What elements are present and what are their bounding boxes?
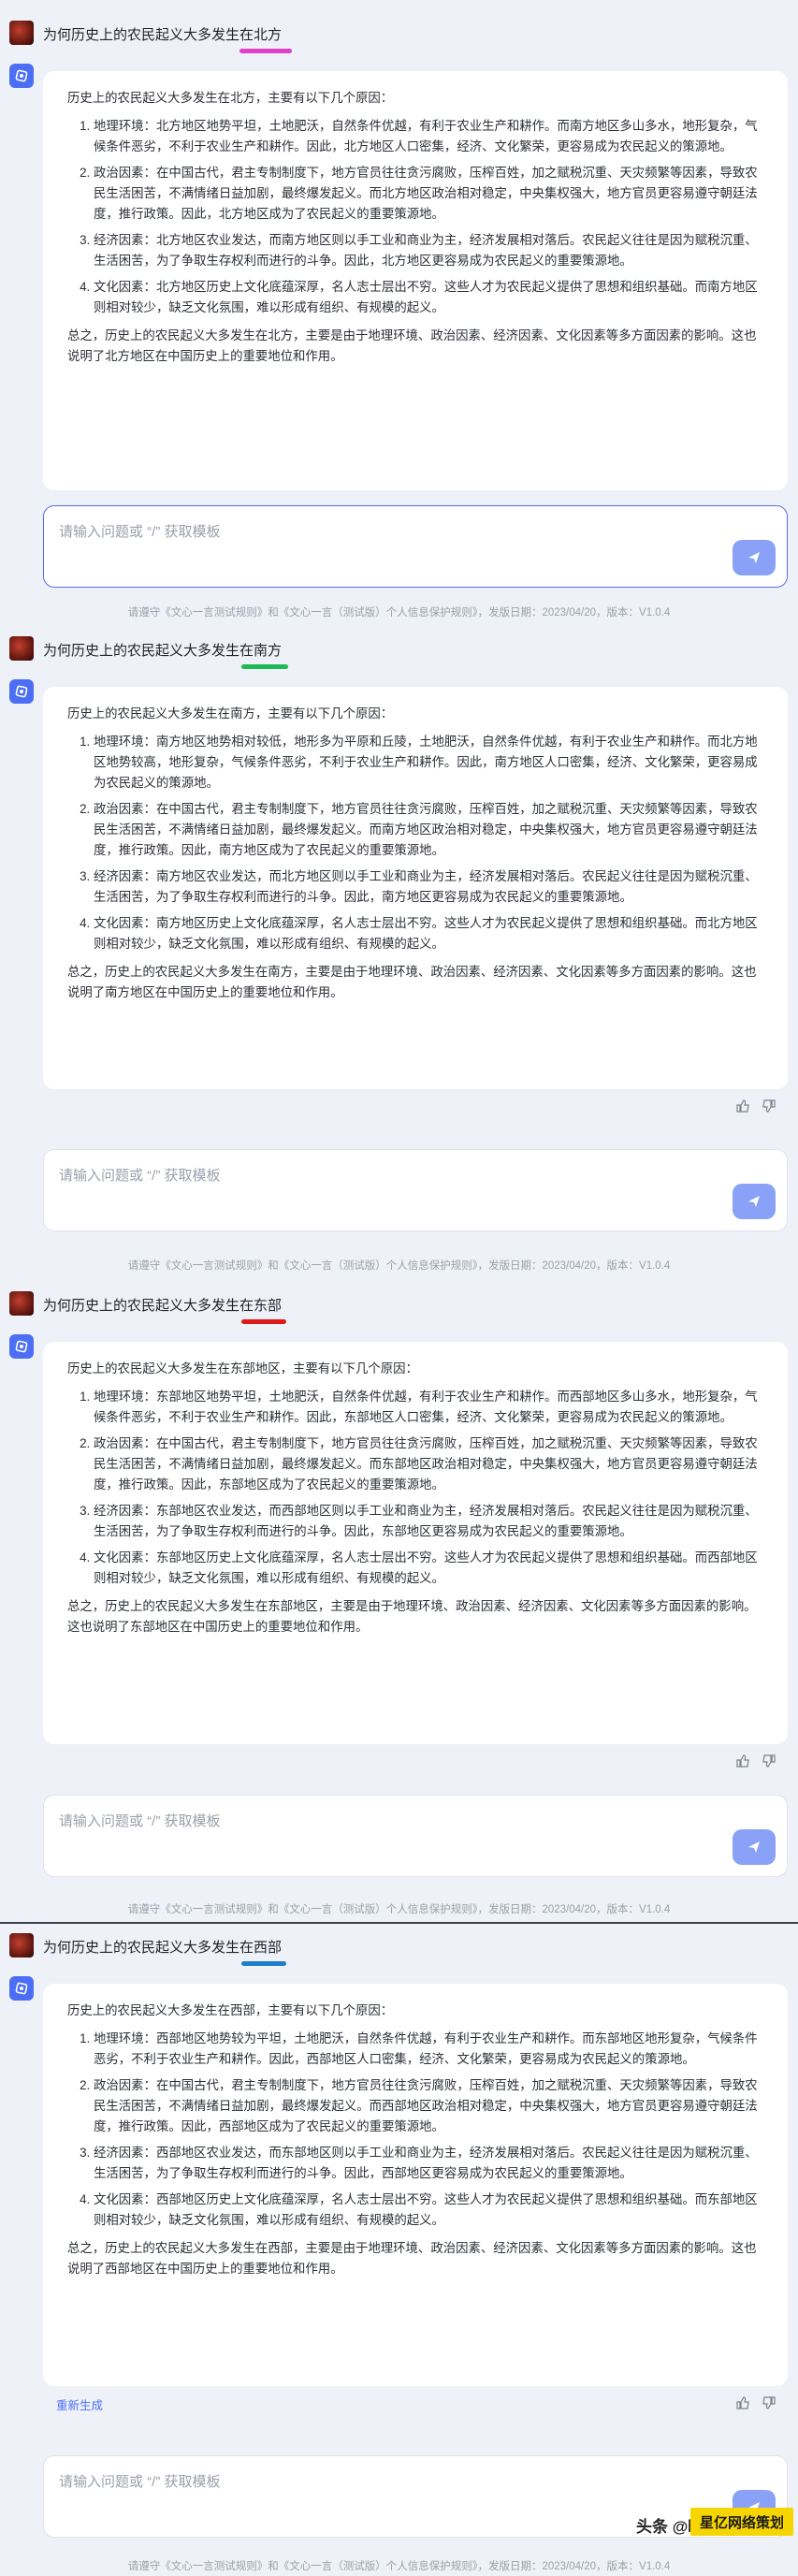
send-icon	[748, 1196, 760, 1207]
chat-panel-south: 为何历史上的农民起义大多发生在南方 历史上的农民起义大多发生在南方，主要有以下几…	[0, 629, 798, 1274]
reason-item: 地理环境：南方地区地势相对较低，地形多为平原和丘陵，土地肥沃，自然条件优越，有利…	[94, 732, 763, 793]
answer-intro: 历史上的农民起义大多发生在北方，主要有以下几个原因：	[67, 91, 394, 105]
user-avatar	[9, 1291, 34, 1316]
thumbs-down-icon[interactable]	[762, 2395, 776, 2410]
assistant-icon	[9, 1334, 34, 1359]
user-avatar	[9, 21, 34, 45]
thumbs-down-icon[interactable]	[762, 1754, 776, 1768]
thumbs-up-icon[interactable]	[735, 1099, 750, 1113]
user-question: 为何历史上的农民起义大多发生在东部	[43, 1298, 283, 1314]
reason-item: 文化因素：西部地区历史上文化底蕴深厚，名人志士层出不穷。这些人才为农民起义提供了…	[94, 2190, 763, 2231]
footer-notice: 请遵守《文心一言测试规则》和《文心一言（测试版）个人信息保护规则》，发版日期：2…	[127, 607, 671, 619]
assistant-icon	[9, 679, 34, 704]
thumbs-up-icon[interactable]	[735, 2395, 750, 2410]
answer-intro: 历史上的农民起义大多发生在东部地区，主要有以下几个原因：	[67, 1361, 418, 1375]
send-icon	[748, 1841, 760, 1853]
highlight-underline	[241, 1961, 286, 1966]
reason-item: 经济因素：东部地区农业发达，而西部地区则以手工业和商业为主，经济发展相对落后。农…	[94, 1501, 763, 1542]
answer-conclusion: 总之，历史上的农民起义大多发生在北方，主要是由于地理环境、政治因素、经济因素、文…	[67, 328, 757, 363]
reason-item: 政治因素：在中国古代，君主专制制度下，地方官员往往贪污腐败，压榨百姓，加之赋税沉…	[94, 163, 763, 225]
feedback-row: 重新生成	[43, 2394, 788, 2414]
highlight-underline	[239, 49, 292, 53]
user-question: 为何历史上的农民起义大多发生在北方	[43, 27, 283, 43]
reason-item: 政治因素：在中国古代，君主专制制度下，地方官员往往贪污腐败，压榨百姓，加之赋税沉…	[94, 2075, 763, 2137]
brand-badge: 星亿网络策划	[690, 2508, 793, 2536]
reason-item: 文化因素：东部地区历史上文化底蕴深厚，名人志士层出不穷。这些人才为农民起义提供了…	[94, 1548, 763, 1589]
section-divider	[0, 1922, 798, 1924]
question-input[interactable]: 请输入问题或 “/” 获取模板	[43, 1149, 788, 1231]
send-button[interactable]	[733, 1829, 776, 1865]
reason-item: 地理环境：东部地区地势平坦，土地肥沃，自然条件优越，有利于农业生产和耕作。而西部…	[94, 1387, 763, 1428]
reason-item: 经济因素：南方地区农业发达，而北方地区则以手工业和商业为主，经济发展相对落后。农…	[94, 866, 763, 908]
reason-item: 政治因素：在中国古代，君主专制制度下，地方官员往往贪污腐败，压榨百姓，加之赋税沉…	[94, 1434, 763, 1495]
answer-conclusion: 总之，历史上的农民起义大多发生在东部地区，主要是由于地理环境、政治因素、经济因素…	[67, 1599, 757, 1634]
highlight-underline	[241, 664, 288, 669]
user-avatar	[9, 1933, 34, 1957]
highlight-underline	[241, 1319, 286, 1324]
answer-intro: 历史上的农民起义大多发生在南方，主要有以下几个原因：	[67, 706, 394, 720]
reason-list: 地理环境：南方地区地势相对较低，地形多为平原和丘陵，土地肥沃，自然条件优越，有利…	[67, 732, 763, 954]
answer-card: 历史上的农民起义大多发生在北方，主要有以下几个原因： 地理环境：北方地区地势平坦…	[43, 71, 788, 490]
assistant-icon	[9, 1976, 34, 2001]
footer-notice: 请遵守《文心一言测试规则》和《文心一言（测试版）个人信息保护规则》，发版日期：2…	[127, 2561, 671, 2572]
user-avatar	[9, 636, 34, 661]
reason-list: 地理环境：北方地区地势平坦，土地肥沃，自然条件优越，有利于农业生产和耕作。而南方…	[67, 116, 763, 318]
reason-list: 地理环境：东部地区地势平坦，土地肥沃，自然条件优越，有利于农业生产和耕作。而西部…	[67, 1387, 763, 1589]
footer-notice: 请遵守《文心一言测试规则》和《文心一言（测试版）个人信息保护规则》，发版日期：2…	[127, 1904, 671, 1915]
reason-item: 文化因素：南方地区历史上文化底蕴深厚，名人志士层出不穷。这些人才为农民起义提供了…	[94, 913, 763, 954]
input-placeholder: 请输入问题或 “/” 获取模板	[59, 1168, 221, 1184]
regenerate-button[interactable]: 重新生成	[56, 2395, 103, 2413]
chat-panel-east: 为何历史上的农民起义大多发生在东部 历史上的农民起义大多发生在东部地区，主要有以…	[0, 1284, 798, 1920]
reason-item: 经济因素：北方地区农业发达，而南方地区则以手工业和商业为主，经济发展相对落后。农…	[94, 230, 763, 271]
user-question: 为何历史上的农民起义大多发生在西部	[43, 1940, 283, 1956]
input-placeholder: 请输入问题或 “/” 获取模板	[59, 524, 221, 540]
answer-intro: 历史上的农民起义大多发生在西部，主要有以下几个原因：	[67, 2003, 394, 2017]
thumbs-down-icon[interactable]	[762, 1099, 776, 1113]
chat-panel-north: 为何历史上的农民起义大多发生在北方 历史上的农民起义大多发生在北方，主要有以下几…	[0, 0, 798, 627]
question-input[interactable]: 请输入问题或 “/” 获取模板	[43, 505, 788, 588]
feedback-row	[43, 1752, 788, 1772]
chat-panel-west: 为何历史上的农民起义大多发生在西部 历史上的农民起义大多发生在西部，主要有以下几…	[0, 1926, 798, 2576]
assistant-icon	[9, 64, 34, 88]
reason-item: 经济因素：西部地区农业发达，而东部地区则以手工业和商业为主，经济发展相对落后。农…	[94, 2143, 763, 2184]
input-placeholder: 请输入问题或 “/” 获取模板	[59, 2474, 221, 2490]
answer-conclusion: 总之，历史上的农民起义大多发生在南方，主要是由于地理环境、政治因素、经济因素、文…	[67, 965, 757, 999]
footer-notice: 请遵守《文心一言测试规则》和《文心一言（测试版）个人信息保护规则》，发版日期：2…	[127, 1260, 671, 1272]
user-question: 为何历史上的农民起义大多发生在南方	[43, 643, 283, 659]
answer-card: 历史上的农民起义大多发生在南方，主要有以下几个原因： 地理环境：南方地区地势相对…	[43, 687, 788, 1089]
feedback-row	[43, 1097, 788, 1117]
question-input[interactable]: 请输入问题或 “/” 获取模板	[43, 1795, 788, 1877]
send-button[interactable]	[733, 1184, 776, 1219]
answer-card: 历史上的农民起义大多发生在西部，主要有以下几个原因： 地理环境：西部地区地势较为…	[43, 1984, 788, 2386]
send-icon	[748, 552, 760, 563]
send-button[interactable]	[733, 540, 776, 575]
reason-item: 文化因素：北方地区历史上文化底蕴深厚，名人志士层出不穷。这些人才为农民起义提供了…	[94, 277, 763, 318]
answer-conclusion: 总之，历史上的农民起义大多发生在西部，主要是由于地理环境、政治因素、经济因素、文…	[67, 2241, 757, 2276]
reason-item: 地理环境：北方地区地势平坦，土地肥沃，自然条件优越，有利于农业生产和耕作。而南方…	[94, 116, 763, 157]
reason-list: 地理环境：西部地区地势较为平坦，土地肥沃，自然条件优越，有利于农业生产和耕作。而…	[67, 2029, 763, 2231]
reason-item: 地理环境：西部地区地势较为平坦，土地肥沃，自然条件优越，有利于农业生产和耕作。而…	[94, 2029, 763, 2070]
thumbs-up-icon[interactable]	[735, 1754, 750, 1768]
input-placeholder: 请输入问题或 “/” 获取模板	[59, 1813, 221, 1829]
reason-item: 政治因素：在中国古代，君主专制制度下，地方官员往往贪污腐败，压榨百姓，加之赋税沉…	[94, 799, 763, 861]
answer-card: 历史上的农民起义大多发生在东部地区，主要有以下几个原因： 地理环境：东部地区地势…	[43, 1342, 788, 1744]
